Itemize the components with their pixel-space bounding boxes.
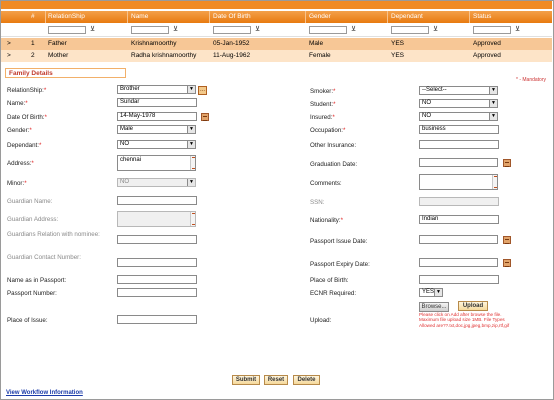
graduation-input[interactable] [419, 158, 498, 167]
row-expand-icon[interactable]: > [7, 52, 11, 59]
upload-note: Please click on Add after browse the fil… [419, 312, 510, 328]
reset-button[interactable]: Reset [264, 375, 288, 385]
mandatory-note: * - Mandatory [515, 77, 546, 83]
filter-relationship-input[interactable] [48, 26, 86, 34]
address-textarea[interactable]: chennai [117, 155, 196, 171]
calendar-icon[interactable] [201, 113, 209, 121]
filter-name-input[interactable] [131, 26, 169, 34]
other-insurance-input[interactable] [419, 140, 499, 149]
insured-label: Insured:* [310, 114, 335, 121]
guardian-relation-label: Guardians Relation with nominee: [7, 231, 100, 238]
relationship-select[interactable]: Brother ▼ [117, 85, 196, 94]
comments-label: Comments: [310, 180, 342, 187]
name-passport-label: Name as in Passport: [7, 277, 67, 284]
filter-dob-input[interactable] [213, 26, 251, 34]
guardian-address-textarea[interactable] [117, 211, 196, 227]
occupation-label: Occupation:* [310, 127, 346, 134]
dob-input[interactable]: 14-May-1978 [117, 112, 197, 121]
comments-textarea[interactable] [419, 174, 498, 190]
passport-issue-input[interactable] [419, 235, 498, 244]
col-gender[interactable]: Gender [309, 13, 331, 20]
nationality-label: Nationality:* [310, 217, 344, 224]
place-issue-input[interactable] [117, 315, 197, 324]
address-label: Address:* [7, 160, 34, 167]
dependant-label: Dependant:* [7, 142, 42, 149]
filter-icon[interactable]: ⊻ [173, 26, 178, 34]
smoker-label: Smoker:* [310, 88, 336, 95]
passport-number-input[interactable] [117, 288, 197, 297]
workflow-link[interactable]: View Workflow Information [6, 390, 83, 396]
ecnr-select[interactable]: YES ▼ [419, 288, 443, 297]
other-insurance-label: Other Insurance: [310, 142, 357, 149]
col-num: # [31, 13, 35, 20]
dob-label: Date Of Birth:* [7, 114, 47, 121]
dependant-select[interactable]: NO ▼ [117, 140, 196, 149]
minor-label: Minor:* [7, 180, 27, 187]
ssn-input[interactable] [419, 197, 499, 206]
col-status[interactable]: Status [473, 13, 491, 20]
filter-dependant-input[interactable] [391, 26, 429, 34]
insured-select[interactable]: NO ▼ [419, 112, 498, 121]
passport-expiry-label: Passport Expiry Date: [310, 261, 370, 268]
grid-header: # RelationShip Name Date Of Birth Gender… [1, 11, 552, 23]
guardian-address-label: Guardian Address: [7, 216, 59, 223]
row-expand-icon[interactable]: > [7, 40, 11, 47]
filter-icon[interactable]: ⊻ [515, 26, 520, 34]
guardian-contact-input[interactable] [117, 258, 197, 267]
place-birth-label: Place of Birth: [310, 277, 349, 284]
occupation-input[interactable]: business [419, 125, 499, 134]
lookup-button[interactable]: ... [198, 86, 207, 95]
submit-button[interactable]: Submit [232, 375, 260, 385]
col-dependant[interactable]: Dependant [391, 13, 423, 20]
student-select[interactable]: NO ▼ [419, 99, 498, 108]
upload-label: Upload: [310, 317, 332, 324]
passport-number-label: Passport Number: [7, 290, 57, 297]
gender-select[interactable]: Male ▼ [117, 125, 196, 134]
gender-label: Gender:* [7, 127, 32, 134]
filter-icon[interactable]: ⊻ [255, 26, 260, 34]
table-row[interactable]: > 1 Father Krishnamoorthy 05-Jan-1952 Ma… [1, 38, 552, 50]
passport-expiry-input[interactable] [419, 258, 498, 267]
name-input[interactable]: Sundar [117, 98, 197, 107]
section-header: Family Details [5, 68, 126, 78]
browse-button[interactable]: Browse... [419, 302, 449, 312]
section-title: Family Details [9, 70, 53, 77]
place-issue-label: Place of Issue: [7, 317, 48, 324]
minor-select[interactable]: NO ▼ [117, 178, 196, 187]
passport-issue-label: Passport Issue Date: [310, 238, 368, 245]
grid-filter-row: ⊻ ⊻ ⊻ ⊻ ⊻ ⊻ [1, 23, 552, 37]
col-dob[interactable]: Date Of Birth [213, 13, 251, 20]
graduation-label: Graduation Date: [310, 161, 358, 168]
filter-icon[interactable]: ⊻ [90, 26, 95, 34]
calendar-icon[interactable] [503, 236, 511, 244]
col-name[interactable]: Name [131, 13, 148, 20]
nationality-input[interactable]: Indian [419, 215, 499, 224]
ssn-label: SSN: [310, 199, 325, 206]
calendar-icon[interactable] [503, 159, 511, 167]
name-passport-input[interactable] [117, 275, 197, 284]
place-birth-input[interactable] [419, 275, 499, 284]
calendar-icon[interactable] [503, 259, 511, 267]
filter-status-input[interactable] [473, 26, 511, 34]
filter-icon[interactable]: ⊻ [351, 26, 356, 34]
table-row[interactable]: > 2 Mother Radha krishnamoorthy 11-Aug-1… [1, 50, 552, 62]
guardian-name-input[interactable] [117, 196, 197, 205]
relationship-label: RelationShip:* [7, 87, 47, 94]
ecnr-label: ECNR Required: [310, 290, 357, 297]
top-strip [1, 1, 552, 9]
filter-gender-input[interactable] [309, 26, 347, 34]
name-label: Name:* [7, 100, 28, 107]
col-relationship[interactable]: RelationShip [48, 13, 85, 20]
guardian-relation-input[interactable] [117, 235, 197, 244]
upload-button[interactable]: Upload [458, 301, 488, 311]
delete-button[interactable]: Delete [293, 375, 320, 385]
smoker-select[interactable]: --Select-- ▼ [419, 86, 498, 95]
filter-icon[interactable]: ⊻ [433, 26, 438, 34]
guardian-name-label: Guardian Name: [7, 198, 53, 205]
student-label: Student:* [310, 101, 336, 108]
guardian-contact-label: Guardian Contact Number: [7, 254, 81, 261]
